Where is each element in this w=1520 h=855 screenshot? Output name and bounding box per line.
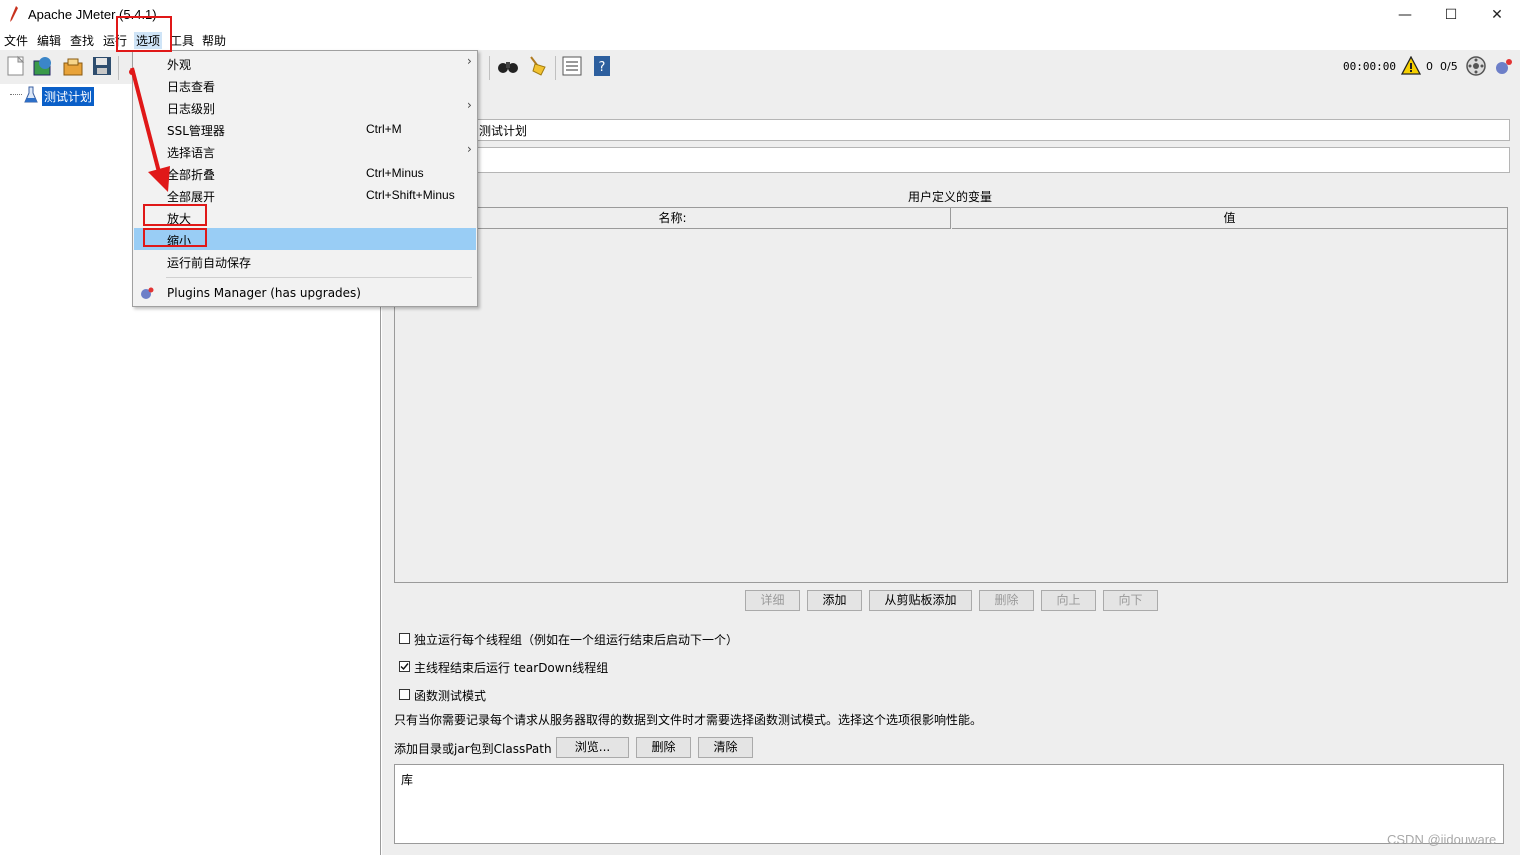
menu-item-plugins-manager[interactable]: Plugins Manager (has upgrades) (134, 282, 476, 304)
annotation-box-zoom-out (143, 228, 207, 247)
menu-item-autosave[interactable]: 运行前自动保存 (134, 250, 476, 272)
new-icon[interactable] (5, 55, 27, 77)
classpath-clear-button[interactable]: 清除 (698, 737, 753, 758)
add-button[interactable]: 添加 (807, 590, 862, 611)
toolbar-separator (489, 56, 490, 80)
plugins-icon (141, 287, 154, 299)
active-threads: 0/5 (1440, 60, 1458, 73)
add-from-clipboard-button[interactable]: 从剪贴板添加 (869, 590, 972, 611)
svg-text:?: ? (599, 60, 606, 75)
column-header-value[interactable]: 值 (952, 208, 1507, 229)
name-field-value: 测试计划 (479, 124, 528, 138)
remote-status-icon[interactable] (1465, 55, 1487, 77)
menu-search[interactable]: 查找 (70, 32, 94, 49)
menu-file[interactable]: 文件 (4, 32, 28, 49)
menu-bar: 文件 编辑 查找 运行 选项 工具 帮助 (0, 30, 1520, 50)
error-count: 0 (1426, 60, 1433, 73)
jmeter-feather-icon (10, 6, 18, 22)
plugins-icon[interactable] (1494, 56, 1514, 76)
submenu-arrow-icon: › (467, 54, 472, 68)
menu-item-collapse-all[interactable]: 全部折叠 Ctrl+Minus (134, 162, 476, 184)
templates-icon[interactable] (32, 55, 54, 77)
menu-tools[interactable]: 工具 (170, 32, 194, 49)
save-icon[interactable] (91, 55, 113, 77)
menu-item-expand-all[interactable]: 全部展开 Ctrl+Shift+Minus (134, 184, 476, 206)
tree-connector (10, 94, 22, 96)
toolbar-separator (118, 56, 119, 80)
user-variables-table[interactable]: 名称: 值 (394, 207, 1508, 583)
delete-button[interactable]: 删除 (979, 590, 1034, 611)
menu-item-ssl-manager[interactable]: SSL管理器 Ctrl+M (134, 118, 476, 140)
minimize-button[interactable]: — (1382, 0, 1428, 30)
warning-icon[interactable] (1401, 56, 1421, 76)
options-menu: 外观 › 日志查看 日志级别 › SSL管理器 Ctrl+M 选择语言 › 全部… (132, 50, 478, 307)
name-field[interactable]: 测试计划 (470, 119, 1510, 141)
library-header: 库 (401, 773, 414, 787)
serialize-threadgroups-label: 独立运行每个线程组（例如在一个组运行结束后启动下一个） (414, 633, 739, 647)
move-up-button[interactable]: 向上 (1041, 590, 1096, 611)
menu-help[interactable]: 帮助 (202, 32, 226, 49)
teardown-on-shutdown-label: 主线程结束后运行 tearDown线程组 (414, 661, 609, 675)
functional-mode-label: 函数测试模式 (414, 689, 487, 703)
menu-separator (166, 277, 472, 278)
classpath-delete-button[interactable]: 删除 (636, 737, 691, 758)
browse-button[interactable]: 浏览... (556, 737, 629, 758)
menu-item-log-viewer[interactable]: 日志查看 (134, 74, 476, 96)
functional-mode-checkbox[interactable] (399, 689, 410, 700)
annotation-box-zoom-in (143, 204, 207, 226)
column-header-name[interactable]: 名称: (395, 208, 951, 229)
clear-broom-icon[interactable] (527, 55, 549, 77)
teardown-on-shutdown-checkbox[interactable] (399, 661, 410, 672)
classpath-label: 添加目录或jar包到ClassPath (394, 742, 552, 756)
search-binoculars-icon[interactable] (497, 55, 519, 77)
annotation-box-options-menu (116, 16, 172, 52)
submenu-arrow-icon: › (467, 142, 472, 156)
menu-item-choose-language[interactable]: 选择语言 › (134, 140, 476, 162)
checkmark-icon (400, 663, 409, 671)
menu-item-log-level[interactable]: 日志级别 › (134, 96, 476, 118)
move-down-button[interactable]: 向下 (1103, 590, 1158, 611)
comments-field[interactable] (470, 147, 1510, 173)
elapsed-timer: 00:00:00 (1343, 60, 1396, 73)
maximize-button[interactable]: ☐ (1428, 0, 1474, 30)
detail-button[interactable]: 详细 (745, 590, 800, 611)
close-button[interactable]: ✕ (1474, 0, 1520, 30)
function-helper-icon[interactable] (561, 55, 583, 77)
functional-mode-note: 只有当你需要记录每个请求从服务器取得的数据到文件时才需要选择函数测试模式。选择这… (394, 713, 983, 727)
open-icon[interactable] (62, 55, 84, 77)
watermark: CSDN @iidouware (1387, 832, 1497, 847)
help-icon[interactable]: ? (591, 55, 613, 77)
submenu-arrow-icon: › (467, 98, 472, 112)
toolbar-separator (555, 56, 556, 80)
menu-item-shortcut: Ctrl+Minus (366, 166, 424, 180)
annotation-arrow-icon (129, 67, 170, 192)
title-bar: Apache JMeter (5.4.1) — ☐ ✕ (0, 0, 1520, 30)
test-plan-flask-icon (24, 86, 38, 103)
tree-node-test-plan[interactable]: 测试计划 (42, 87, 95, 106)
serialize-threadgroups-checkbox[interactable] (399, 633, 410, 644)
library-list[interactable]: 库 (394, 764, 1504, 844)
menu-item-shortcut: Ctrl+Shift+Minus (366, 188, 455, 202)
menu-item-label: Plugins Manager (has upgrades) (167, 286, 361, 300)
menu-item-shortcut: Ctrl+M (366, 122, 402, 136)
menu-item-label: 运行前自动保存 (167, 256, 252, 270)
user-variables-title: 用户定义的变量 (908, 190, 993, 204)
menu-edit[interactable]: 编辑 (37, 32, 61, 49)
menu-item-look-and-feel[interactable]: 外观 › (134, 52, 476, 74)
